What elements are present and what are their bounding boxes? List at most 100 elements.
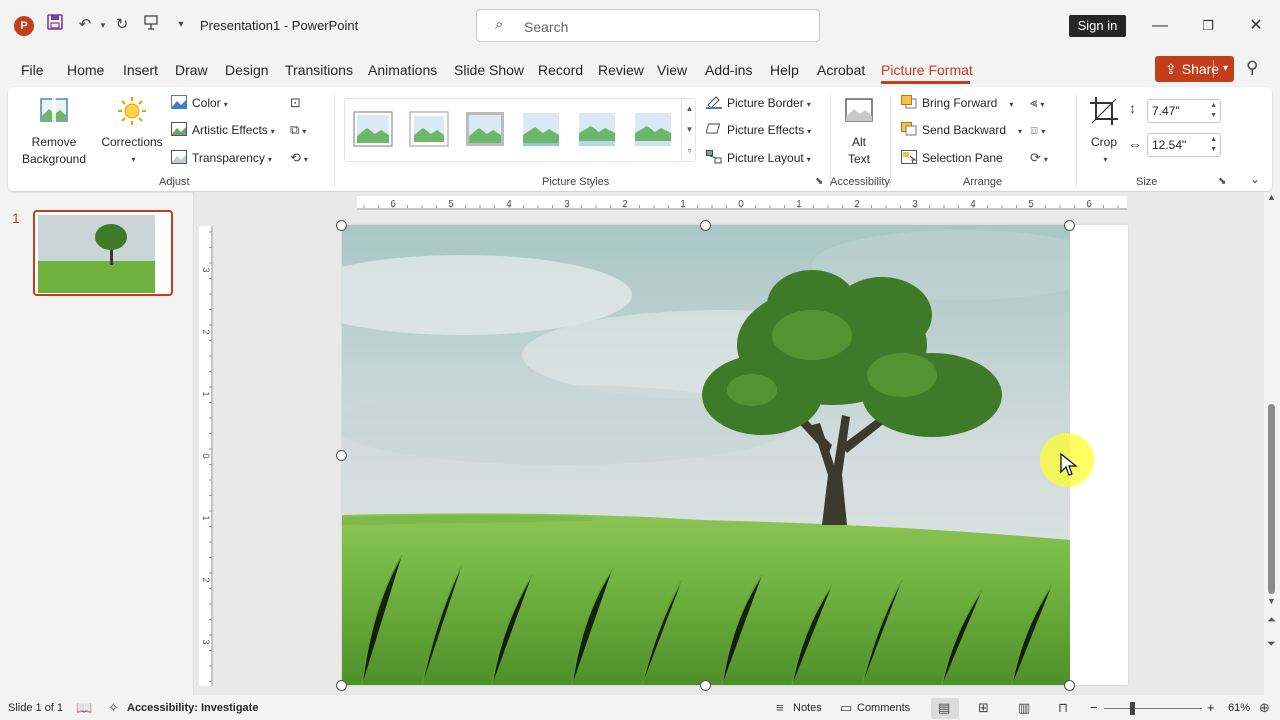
spelling-icon[interactable]: 📖 [76,700,92,716]
picture-style-4[interactable] [521,111,561,147]
picture-border-button[interactable]: Picture Border ▾ [706,92,811,114]
compress-pictures-icon[interactable]: ⊡ [290,92,320,114]
tab-file[interactable]: File [21,62,44,78]
picture-style-6[interactable] [633,111,673,147]
accessibility-icon[interactable]: ✧ [108,700,119,716]
close-icon[interactable]: ✕ [1244,14,1268,38]
gallery-down-icon[interactable]: ▼ [682,119,697,140]
tree-picture[interactable] [342,225,1070,685]
resize-handle-bottom[interactable] [700,680,711,691]
tab-add-ins[interactable]: Add-ins [705,62,752,78]
group-objects-icon[interactable]: ⧈ ▾ [1030,119,1060,141]
picture-style-1[interactable] [353,111,393,147]
bring-forward-button[interactable]: Bring Forward ▾ [901,92,1013,114]
gallery-up-icon[interactable]: ▲ [682,98,697,119]
zoom-slider[interactable] [1104,708,1202,709]
resize-handle-top-left[interactable] [336,220,347,231]
next-slide-icon[interactable]: ⏷ [1267,638,1276,651]
zoom-slider-thumb[interactable] [1130,702,1135,715]
remove-background-button[interactable]: Remove Background [16,95,92,168]
resize-handle-bottom-right[interactable] [1064,680,1075,691]
align-icon[interactable]: ⫷ ▾ [1030,92,1060,114]
accessibility-status[interactable]: Accessibility: Investigate [127,702,258,714]
notes-icon[interactable]: ≡ [776,700,784,715]
vertical-scrollbar[interactable]: ▲ ▼ ⏶ ⏷ [1264,192,1280,695]
selection-pane-button[interactable]: Selection Pane [901,147,1003,169]
save-icon[interactable] [44,14,66,36]
gallery-more-icon[interactable]: ▿ [682,140,697,161]
picture-style-3[interactable] [465,111,505,147]
slide-sorter-icon[interactable]: ⊞ [978,700,989,716]
tab-draw[interactable]: Draw [175,62,208,78]
comments-icon[interactable]: ▭ [840,700,852,716]
zoom-in-icon[interactable]: + [1207,700,1215,715]
resize-handle-top[interactable] [700,220,711,231]
height-field[interactable]: 7.47" ▲ ▼ [1147,99,1221,123]
group-separator [830,95,831,187]
color-button[interactable]: Color ▾ [171,92,228,114]
tab-insert[interactable]: Insert [123,62,158,78]
reset-picture-icon[interactable]: ⟲ ▾ [290,147,320,169]
minimize-icon[interactable]: — [1148,14,1172,38]
chevron-down-icon: ▾ [131,155,136,164]
chevron-down-icon[interactable]: ▾ [1223,56,1228,82]
tab-review[interactable]: Review [598,62,644,78]
transparency-button[interactable]: Transparency ▾ [171,147,272,169]
resize-handle-top-right[interactable] [1064,220,1075,231]
alt-text-button[interactable]: Alt Text [838,95,880,168]
chevron-down-icon[interactable]: ▾ [1009,100,1013,109]
tab-record[interactable]: Record [538,62,583,78]
slide-thumbnail[interactable] [33,210,173,296]
corrections-button[interactable]: Corrections ▾ [98,95,166,168]
share-button[interactable]: ⇪ Share ▾ [1155,56,1234,82]
scroll-down-icon[interactable]: ▼ [1267,596,1276,606]
comments-icon[interactable]: ⚲ [1246,58,1258,78]
tab-help[interactable]: Help [770,62,799,78]
resize-handle-left[interactable] [336,450,347,461]
fit-to-window-icon[interactable]: ⊕ [1259,700,1270,716]
crop-button[interactable]: Crop ▾ [1084,95,1124,168]
reading-view-icon[interactable]: ▥ [1018,700,1030,716]
picture-effects-button[interactable]: Picture Effects ▾ [706,119,811,141]
notes-button[interactable]: Notes [793,702,822,714]
tab-slide-show[interactable]: Slide Show [454,62,524,78]
scroll-thumb[interactable] [1268,404,1275,594]
width-field[interactable]: 12.54" ▲ ▼ [1147,133,1221,157]
tab-view[interactable]: View [657,62,687,78]
normal-view-icon[interactable]: ▤ [938,700,950,716]
picture-layout-button[interactable]: Picture Layout ▾ [706,147,811,169]
sign-in-button[interactable]: Sign in [1069,15,1126,37]
rotate-icon[interactable]: ⟳ ▾ [1030,147,1060,169]
slide-show-icon[interactable]: ⊓ [1058,700,1068,716]
change-picture-icon[interactable]: ⧉ ▾ [290,119,320,141]
scroll-up-icon[interactable]: ▲ [1267,192,1276,202]
search-box[interactable]: ⌕ Search [476,9,820,42]
picture-style-2[interactable] [409,111,449,147]
tab-animations[interactable]: Animations [368,62,437,78]
zoom-out-icon[interactable]: − [1090,700,1098,715]
artistic-effects-button[interactable]: Artistic Effects ▾ [171,119,275,141]
picture-styles-launcher-icon[interactable]: ⬊ [815,176,823,187]
tab-acrobat[interactable]: Acrobat [817,62,865,78]
present-icon[interactable] [140,14,162,36]
zoom-level[interactable]: 61% [1228,702,1250,714]
tab-picture-format[interactable]: Picture Format [881,62,973,78]
size-launcher-icon[interactable]: ⬊ [1218,176,1226,187]
tab-transitions[interactable]: Transitions [285,62,353,78]
send-backward-button[interactable]: Send Backward ▾ [901,119,1022,141]
height-spinner-icon[interactable]: ▲ ▼ [1210,101,1217,121]
chevron-down-icon[interactable]: ▾ [1018,127,1022,136]
customize-toolbar-icon[interactable]: ▾ [170,14,192,36]
active-tab-indicator [881,81,970,84]
resize-handle-bottom-left[interactable] [336,680,347,691]
restore-icon[interactable]: ❐ [1196,14,1220,38]
width-spinner-icon[interactable]: ▲ ▼ [1210,135,1217,155]
collapse-ribbon-icon[interactable]: ⌄ [1250,172,1260,186]
picture-style-5[interactable] [577,111,617,147]
comments-button[interactable]: Comments [857,702,910,714]
tab-design[interactable]: Design [225,62,269,78]
redo-icon[interactable]: ↻ [111,14,133,36]
tab-home[interactable]: Home [67,62,104,78]
slide-number: 1 [12,210,20,226]
previous-slide-icon[interactable]: ⏶ [1267,614,1276,627]
